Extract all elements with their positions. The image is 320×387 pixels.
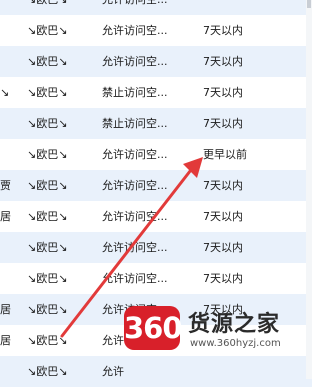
watermark-title: 货源之家: [188, 312, 281, 337]
watermark-badge-text: 360: [124, 311, 183, 345]
watermark-logo: 360 货源之家 www.360hyzj.com: [124, 304, 312, 356]
watermark-url: www.360hyzj.com: [190, 338, 281, 349]
watermark-badge: 360: [124, 306, 183, 350]
